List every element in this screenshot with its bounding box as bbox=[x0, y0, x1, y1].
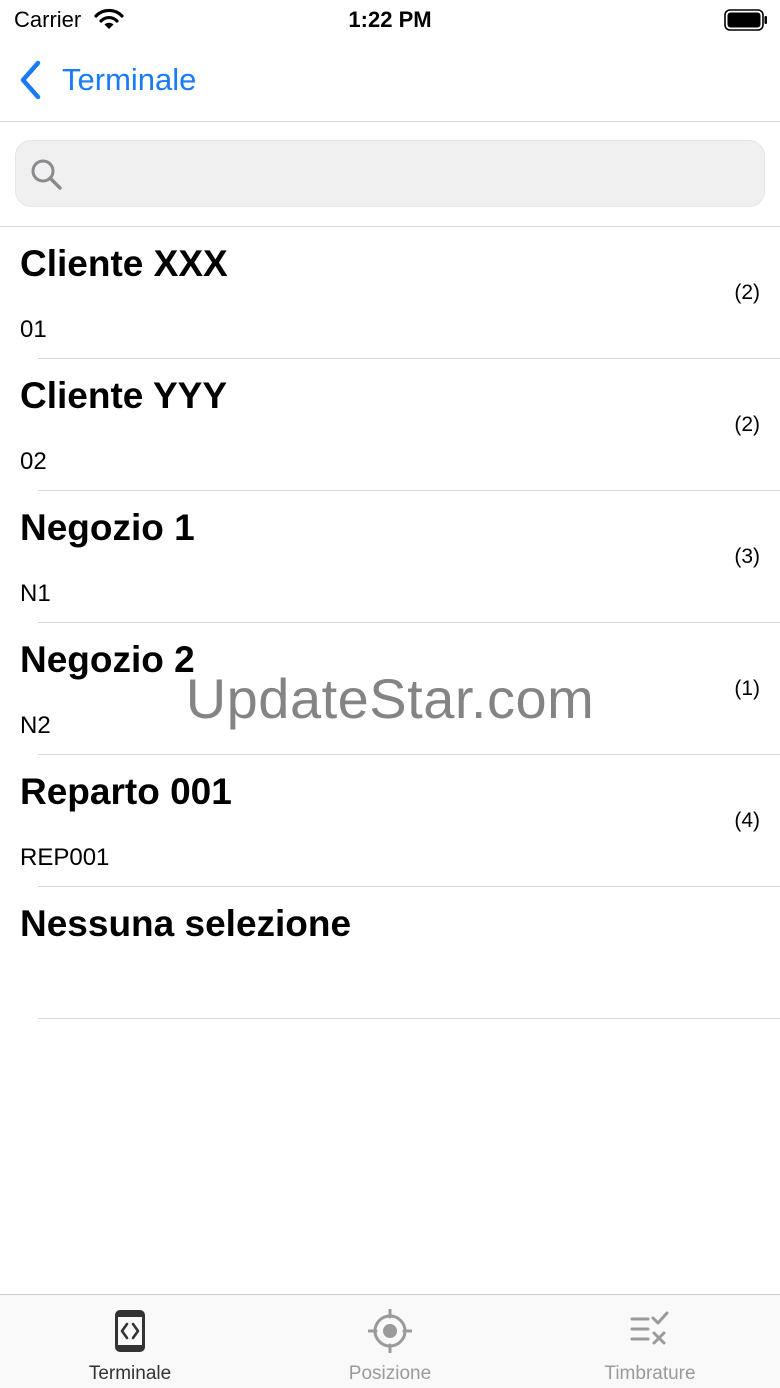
navigation-bar: Terminale bbox=[0, 40, 780, 122]
item-title: Reparto 001 bbox=[20, 771, 232, 812]
tab-label: Posizione bbox=[348, 1363, 432, 1384]
list-item[interactable]: Negozio 2 N2 (1) bbox=[0, 623, 780, 755]
item-count: (1) bbox=[734, 677, 760, 700]
location-target-icon bbox=[367, 1308, 413, 1358]
clock: 1:22 PM bbox=[348, 7, 432, 32]
search-icon bbox=[30, 158, 64, 197]
back-button[interactable]: Terminale bbox=[18, 58, 196, 102]
tab-label: Timbrature bbox=[604, 1363, 696, 1384]
item-title: Nessuna selezione bbox=[20, 903, 352, 944]
item-title: Negozio 1 bbox=[20, 507, 195, 548]
item-code: 02 bbox=[20, 448, 47, 475]
item-list: Cliente XXX 01 (2) Cliente YYY 02 (2) Ne… bbox=[0, 227, 780, 1019]
separator bbox=[38, 1018, 780, 1019]
item-code: N1 bbox=[20, 580, 51, 607]
list-item[interactable]: Negozio 1 N1 (3) bbox=[0, 491, 780, 623]
terminal-icon bbox=[114, 1309, 146, 1358]
tab-terminale[interactable]: Terminale bbox=[0, 1295, 260, 1388]
list-item[interactable]: Reparto 001 REP001 (4) bbox=[0, 755, 780, 887]
status-bar: Carrier 1:22 PM bbox=[0, 0, 780, 40]
item-title: Cliente YYY bbox=[20, 375, 228, 416]
item-count: (3) bbox=[734, 545, 760, 568]
item-code: 01 bbox=[20, 316, 47, 343]
list-item[interactable]: Cliente YYY 02 (2) bbox=[0, 359, 780, 491]
search-input[interactable] bbox=[78, 141, 752, 208]
battery-icon bbox=[724, 9, 768, 36]
tab-posizione[interactable]: Posizione bbox=[260, 1295, 520, 1388]
item-code: REP001 bbox=[20, 844, 110, 871]
list-item[interactable]: Cliente XXX 01 (2) bbox=[0, 227, 780, 359]
tab-label: Terminale bbox=[88, 1363, 172, 1384]
item-title: Negozio 2 bbox=[20, 639, 195, 680]
chevron-left-icon bbox=[18, 60, 48, 100]
item-title: Cliente XXX bbox=[20, 243, 228, 284]
back-button-label: Terminale bbox=[62, 62, 197, 97]
search-field[interactable] bbox=[15, 140, 765, 208]
item-count: (4) bbox=[734, 809, 760, 832]
search-area bbox=[0, 122, 780, 227]
item-count: (2) bbox=[734, 413, 760, 436]
tab-timbrature[interactable]: Timbrature bbox=[520, 1295, 780, 1388]
tab-bar: Terminale Posizione Timbrature bbox=[0, 1294, 780, 1388]
item-count: (2) bbox=[734, 281, 760, 304]
list-check-icon bbox=[628, 1309, 672, 1354]
list-item-no-selection[interactable]: Nessuna selezione bbox=[0, 887, 780, 1019]
item-code: N2 bbox=[20, 712, 51, 739]
